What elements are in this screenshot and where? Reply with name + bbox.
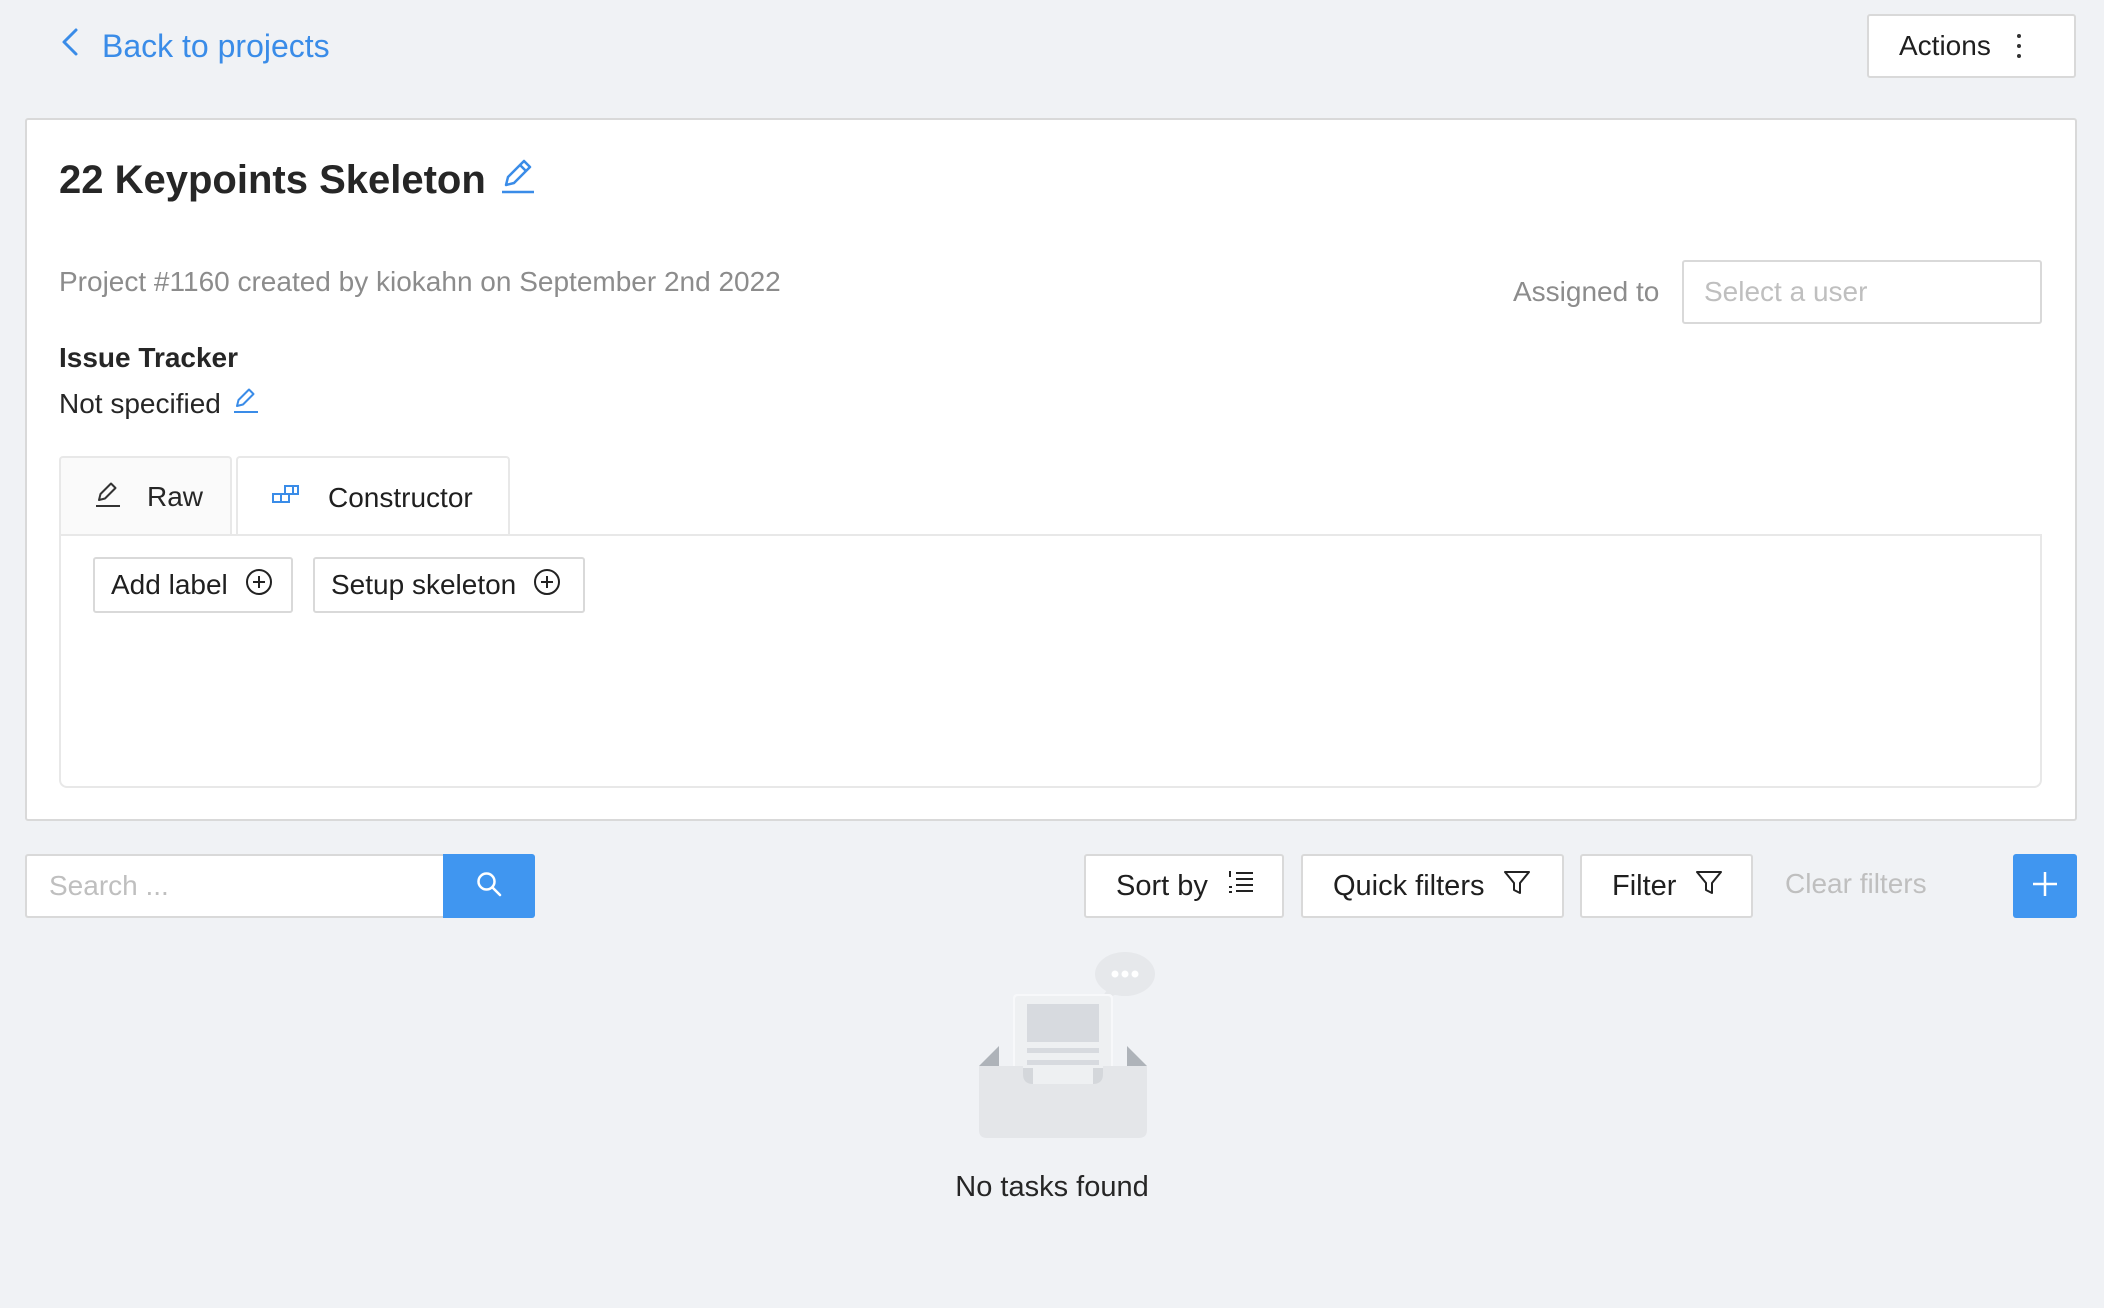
project-meta: Project #1160 created by kiokahn on Sept…: [59, 266, 781, 297]
filter-label: Filter: [1612, 869, 1677, 902]
setup-skeleton-button[interactable]: Setup skeleton: [313, 557, 585, 613]
tab-raw[interactable]: Raw: [59, 456, 232, 536]
back-to-projects-link[interactable]: Back to projects: [58, 26, 330, 66]
tab-constructor-label: Constructor: [328, 482, 473, 513]
add-label-button[interactable]: Add label: [93, 557, 293, 613]
actions-button[interactable]: Actions: [1867, 14, 2076, 78]
constructor-icon: [270, 481, 300, 516]
tab-constructor[interactable]: Constructor: [236, 456, 510, 538]
create-task-button[interactable]: [2013, 854, 2077, 918]
search-icon: [474, 869, 504, 904]
assigned-to-label: Assigned to: [1513, 276, 1660, 307]
search-input[interactable]: Search ...: [25, 854, 445, 918]
edit-issue-tracker-icon[interactable]: [233, 386, 259, 421]
project-title-text: 22 Keypoints Skeleton: [59, 157, 486, 202]
search-placeholder: Search ...: [49, 870, 169, 901]
edit-icon: [93, 480, 123, 515]
plus-circle-icon: [244, 567, 274, 604]
chevron-left-icon: [58, 27, 84, 65]
plus-icon: [2030, 869, 2060, 904]
assignee-select[interactable]: Select a user: [1682, 260, 2042, 324]
edit-title-icon[interactable]: [500, 155, 536, 205]
issue-tracker-title: Issue Tracker: [59, 342, 239, 373]
search-button[interactable]: [443, 854, 535, 918]
filter-icon: [1694, 867, 1724, 905]
tab-raw-label: Raw: [147, 481, 204, 512]
plus-circle-icon: [532, 567, 562, 604]
empty-state-text: No tasks found: [955, 1171, 1149, 1203]
setup-skeleton-text: Setup skeleton: [331, 569, 517, 600]
quick-filters-label: Quick filters: [1333, 869, 1485, 902]
assignee-placeholder: Select a user: [1704, 276, 1868, 307]
more-vertical-icon: [2016, 34, 2021, 58]
sort-by-button[interactable]: Sort by: [1084, 854, 1284, 918]
issue-tracker-value: Not specified: [59, 386, 259, 421]
back-link-label: Back to projects: [102, 27, 330, 64]
ordered-list-icon: [1226, 867, 1256, 905]
issue-tracker-text: Not specified: [59, 387, 221, 419]
quick-filters-button[interactable]: Quick filters: [1301, 854, 1564, 918]
clear-filters-button[interactable]: Clear filters: [1785, 868, 1927, 900]
add-label-text: Add label: [111, 569, 228, 600]
filter-icon: [1502, 867, 1532, 905]
empty-inbox-icon: [975, 946, 1175, 1146]
filter-button[interactable]: Filter: [1580, 854, 1753, 918]
project-title: 22 Keypoints Skeleton: [59, 155, 536, 205]
sort-by-label: Sort by: [1116, 869, 1208, 902]
actions-label: Actions: [1899, 30, 1991, 61]
